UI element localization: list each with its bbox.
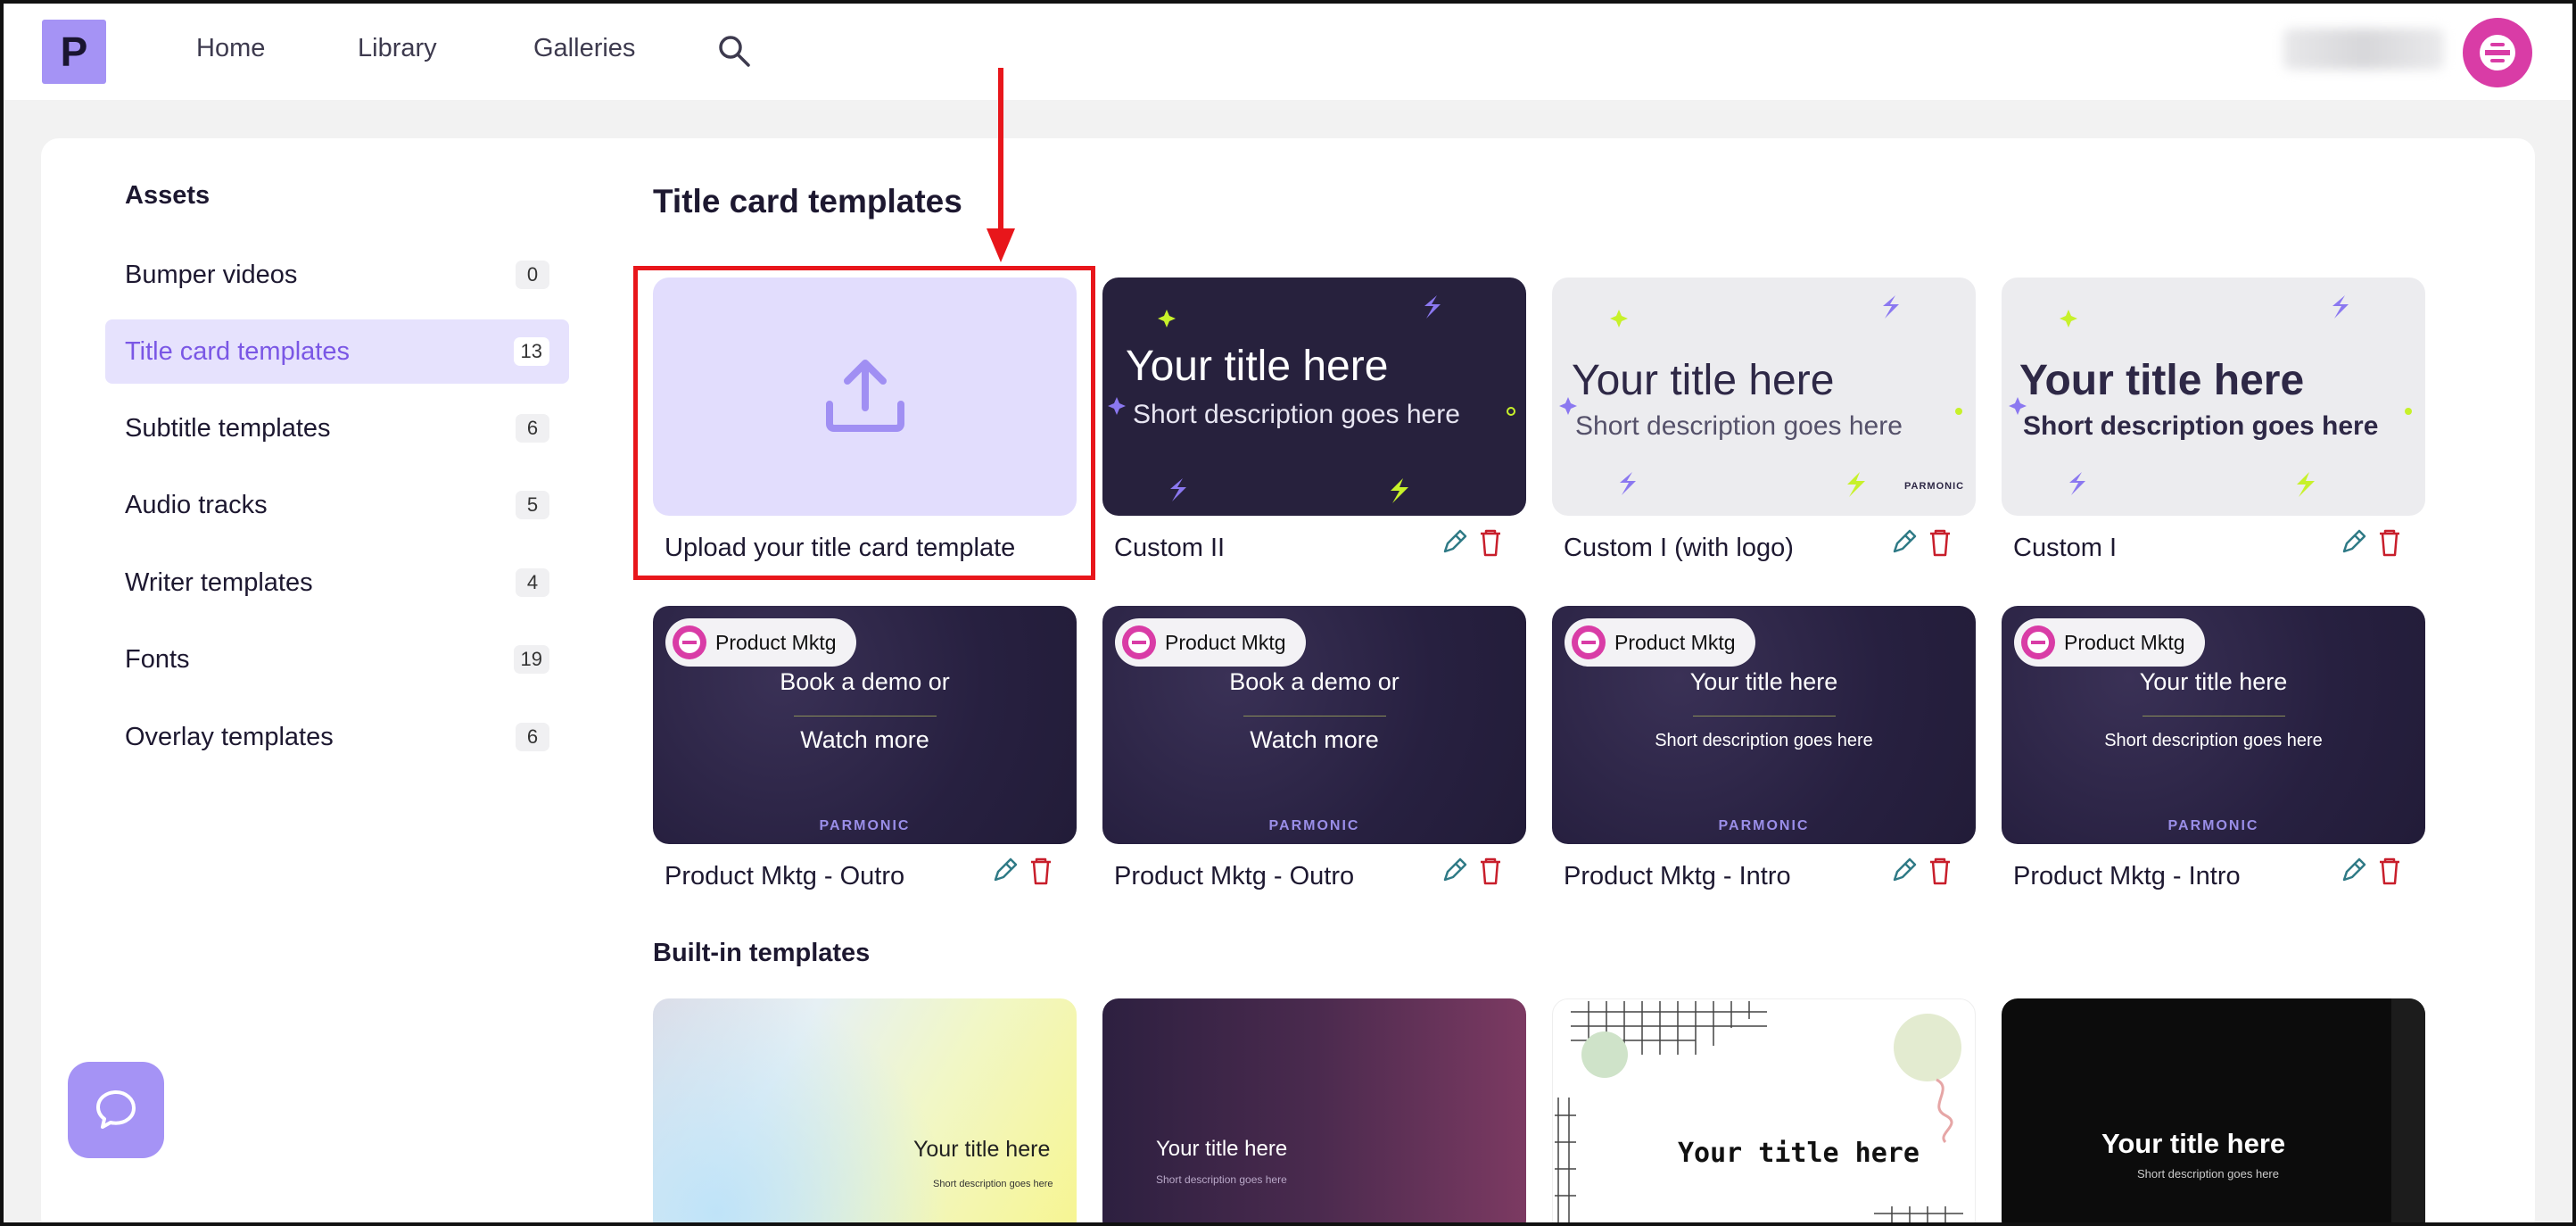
builtin-template-thumbnail[interactable]: Your title here Short description goes h… (1102, 998, 1526, 1226)
product-mktg-badge: Product Mktg (665, 618, 856, 667)
app-logo[interactable]: P (42, 20, 106, 84)
product-mktg-badge: Product Mktg (1565, 618, 1755, 667)
edit-pencil-icon[interactable] (1443, 857, 1467, 882)
delete-trash-icon[interactable] (1031, 857, 1051, 885)
sidebar-item-title-card-templates[interactable]: Title card templates 13 (105, 319, 569, 384)
sidebar-item-fonts[interactable]: Fonts 19 (105, 627, 569, 692)
builtin-template-thumbnail[interactable]: Your title here (1552, 998, 1976, 1226)
top-nav-bar: P Home Library Galleries (0, 0, 2576, 100)
card-actions (1443, 529, 1500, 557)
count-badge: 0 (516, 261, 549, 289)
delete-trash-icon[interactable] (1481, 857, 1500, 885)
template-thumbnail[interactable]: Product Mktg Book a demo or Watch more P… (653, 606, 1077, 844)
delete-trash-icon[interactable] (1930, 529, 1950, 557)
template-name: Custom II (1114, 534, 1226, 562)
template-name: Custom I (2013, 534, 2118, 562)
sidebar-item-audio-tracks[interactable]: Audio tracks 5 (105, 473, 569, 537)
count-badge: 4 (516, 568, 549, 597)
count-badge: 6 (516, 723, 549, 751)
sidebar-item-writer-templates[interactable]: Writer templates 4 (105, 551, 569, 615)
card-actions (2342, 857, 2399, 885)
template-thumbnail[interactable]: Product Mktg Your title here Short descr… (2002, 606, 2425, 844)
sidebar-item-bumper-videos[interactable]: Bumper videos 0 (105, 243, 569, 307)
template-name: Custom I (with logo) (1564, 534, 1794, 562)
brand-logo-icon (1572, 625, 1606, 659)
sparkle-decoration-icon (1559, 295, 1962, 497)
card-actions (1443, 857, 1500, 885)
builtin-section-heading: Built-in templates (653, 939, 871, 967)
chat-bubble-icon (96, 1090, 136, 1129)
nav-library[interactable]: Library (358, 34, 437, 63)
edit-pencil-icon[interactable] (2342, 529, 2366, 553)
product-mktg-badge: Product Mktg (1115, 618, 1306, 667)
delete-trash-icon[interactable] (1481, 529, 1500, 557)
card-actions (1893, 857, 1950, 885)
template-name: Product Mktg - Intro (1564, 862, 1791, 891)
brand-logo-icon (1122, 625, 1156, 659)
template-thumbnail[interactable]: Your title here Short description goes h… (2002, 278, 2425, 516)
delete-trash-icon[interactable] (1930, 857, 1950, 885)
template-name: Product Mktg - Outro (665, 862, 905, 891)
nav-galleries[interactable]: Galleries (533, 34, 635, 63)
count-badge: 6 (516, 414, 549, 443)
annotation-highlight-box (633, 266, 1095, 580)
search-icon[interactable] (716, 33, 752, 69)
delete-trash-icon[interactable] (2380, 857, 2399, 885)
builtin-template-thumbnail[interactable]: Your title here Short description goes h… (2002, 998, 2425, 1226)
card-actions (994, 857, 1051, 885)
sidebar-item-subtitle-templates[interactable]: Subtitle templates 6 (105, 396, 569, 460)
product-mktg-badge: Product Mktg (2014, 618, 2205, 667)
builtin-template-thumbnail[interactable]: Your title here Short description goes h… (653, 998, 1077, 1226)
edit-pencil-icon[interactable] (1443, 529, 1467, 553)
nav-home[interactable]: Home (196, 34, 265, 63)
template-thumbnail[interactable]: Your title here Short description goes h… (1102, 278, 1526, 516)
count-badge: 19 (513, 645, 549, 674)
avatar-icon (2480, 35, 2515, 70)
brand-logo-icon (2021, 625, 2055, 659)
template-name: Product Mktg - Intro (2013, 862, 2241, 891)
card-actions (2342, 529, 2399, 557)
edit-pencil-icon[interactable] (1893, 529, 1917, 553)
edit-pencil-icon[interactable] (994, 857, 1018, 882)
template-thumbnail[interactable]: Product Mktg Book a demo or Watch more P… (1102, 606, 1526, 844)
edit-pencil-icon[interactable] (1893, 857, 1917, 882)
page-title: Title card templates (653, 183, 962, 220)
delete-trash-icon[interactable] (2380, 529, 2399, 557)
doodle-decoration-icon (1555, 1001, 1963, 1226)
annotation-arrow (987, 68, 1015, 262)
card-actions (1893, 529, 1950, 557)
count-badge: 5 (516, 491, 549, 519)
user-name-blurred (2283, 29, 2444, 70)
chat-support-button[interactable] (68, 1062, 164, 1158)
sparkle-decoration-icon (1108, 295, 1515, 503)
template-thumbnail[interactable]: Your title here Short description goes h… (1552, 278, 1976, 516)
count-badge: 13 (513, 337, 549, 366)
assets-heading: Assets (125, 181, 211, 210)
brand-logo-icon (673, 625, 706, 659)
avatar[interactable] (2463, 18, 2532, 87)
edit-pencil-icon[interactable] (2342, 857, 2366, 882)
template-name: Product Mktg - Outro (1114, 862, 1355, 891)
sidebar-item-overlay-templates[interactable]: Overlay templates 6 (105, 705, 569, 769)
template-thumbnail[interactable]: Product Mktg Your title here Short descr… (1552, 606, 1976, 844)
sparkle-decoration-icon (2009, 295, 2412, 497)
